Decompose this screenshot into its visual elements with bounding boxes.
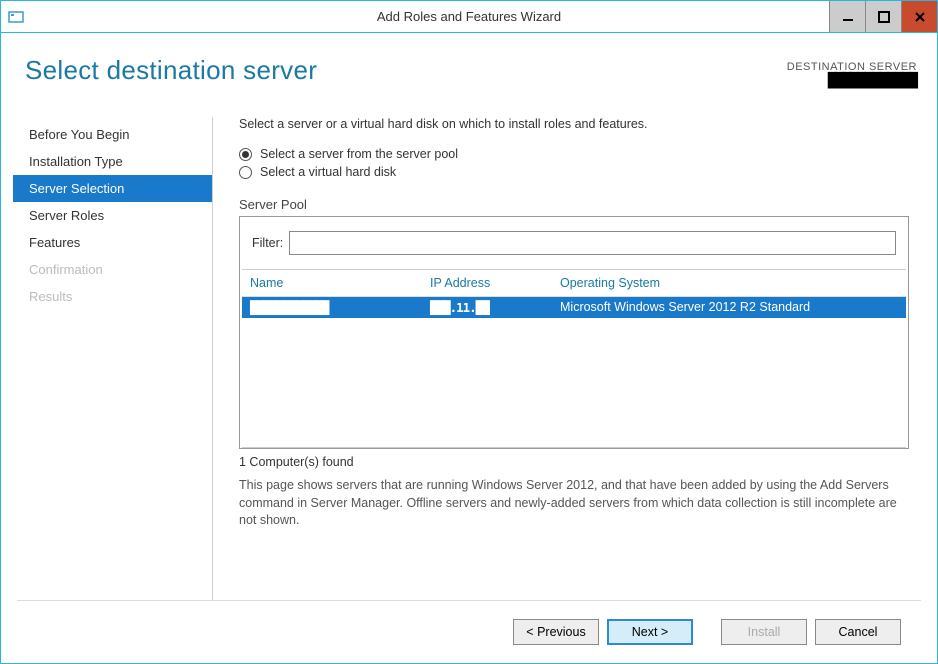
sidebar-item-installation-type[interactable]: Installation Type <box>13 148 212 175</box>
sidebar-item-confirmation: Confirmation <box>13 256 212 283</box>
main-panel: Select a server or a virtual hard disk o… <box>213 117 925 600</box>
radio-icon <box>239 148 252 161</box>
sidebar-item-features[interactable]: Features <box>13 229 212 256</box>
cell-ip: ███.11.██ <box>430 300 560 315</box>
radio-option-1[interactable]: Select a virtual hard disk <box>239 165 909 179</box>
column-header-name[interactable]: Name <box>250 276 430 290</box>
wizard-footer: < Previous Next > Install Cancel <box>17 600 921 663</box>
close-button[interactable] <box>901 1 937 32</box>
minimize-button[interactable] <box>829 1 865 32</box>
instruction-text: Select a server or a virtual hard disk o… <box>239 117 909 131</box>
app-icon <box>5 6 27 28</box>
cell-name: ████████████ <box>250 300 430 315</box>
page-title: Select destination server <box>25 55 317 89</box>
server-pool-label: Server Pool <box>239 197 909 212</box>
radio-icon <box>239 166 252 179</box>
destination-server-box: DESTINATION SERVER ████████████ <box>787 55 917 89</box>
source-radio-group: Select a server from the server pool Sele… <box>239 147 909 183</box>
destination-label: DESTINATION SERVER <box>787 61 917 73</box>
body-row: Before You BeginInstallation TypeServer … <box>13 117 925 600</box>
sidebar-item-before-you-begin[interactable]: Before You Begin <box>13 121 212 148</box>
sidebar-item-server-roles[interactable]: Server Roles <box>13 202 212 229</box>
install-button[interactable]: Install <box>721 619 807 645</box>
column-header-os[interactable]: Operating System <box>560 276 898 290</box>
server-table: Name IP Address Operating System ███████… <box>242 269 906 448</box>
window-title: Add Roles and Features Wizard <box>377 9 561 24</box>
previous-button[interactable]: < Previous <box>513 619 599 645</box>
destination-value: ████████████ <box>787 73 917 89</box>
sidebar-item-results: Results <box>13 283 212 310</box>
radio-label: Select a server from the server pool <box>260 147 458 161</box>
server-pool-box: Filter: Name IP Address Operating System… <box>239 216 909 449</box>
column-header-ip[interactable]: IP Address <box>430 276 560 290</box>
window-controls <box>829 1 937 32</box>
wizard-window: Add Roles and Features Wizard Select des… <box>0 0 938 664</box>
server-pool-section: Filter: Name IP Address Operating System… <box>239 216 909 600</box>
filter-label: Filter: <box>252 236 283 250</box>
filter-input[interactable] <box>289 231 896 255</box>
radio-option-0[interactable]: Select a server from the server pool <box>239 147 909 161</box>
help-text: This page shows servers that are running… <box>239 477 909 530</box>
header-row: Select destination server DESTINATION SE… <box>13 45 925 89</box>
radio-label: Select a virtual hard disk <box>260 165 396 179</box>
next-button[interactable]: Next > <box>607 619 693 645</box>
cancel-button[interactable]: Cancel <box>815 619 901 645</box>
sidebar-item-server-selection[interactable]: Server Selection <box>13 175 212 202</box>
table-body: ███████████████.11.██Microsoft Windows S… <box>242 297 906 447</box>
filter-row: Filter: <box>240 217 908 269</box>
maximize-button[interactable] <box>865 1 901 32</box>
cell-os: Microsoft Windows Server 2012 R2 Standar… <box>560 300 898 315</box>
content-area: Select destination server DESTINATION SE… <box>1 33 937 663</box>
computers-found-text: 1 Computer(s) found <box>239 455 909 469</box>
wizard-sidebar: Before You BeginInstallation TypeServer … <box>13 117 213 600</box>
titlebar: Add Roles and Features Wizard <box>1 1 937 33</box>
table-row[interactable]: ███████████████.11.██Microsoft Windows S… <box>242 297 906 318</box>
table-header: Name IP Address Operating System <box>242 270 906 297</box>
